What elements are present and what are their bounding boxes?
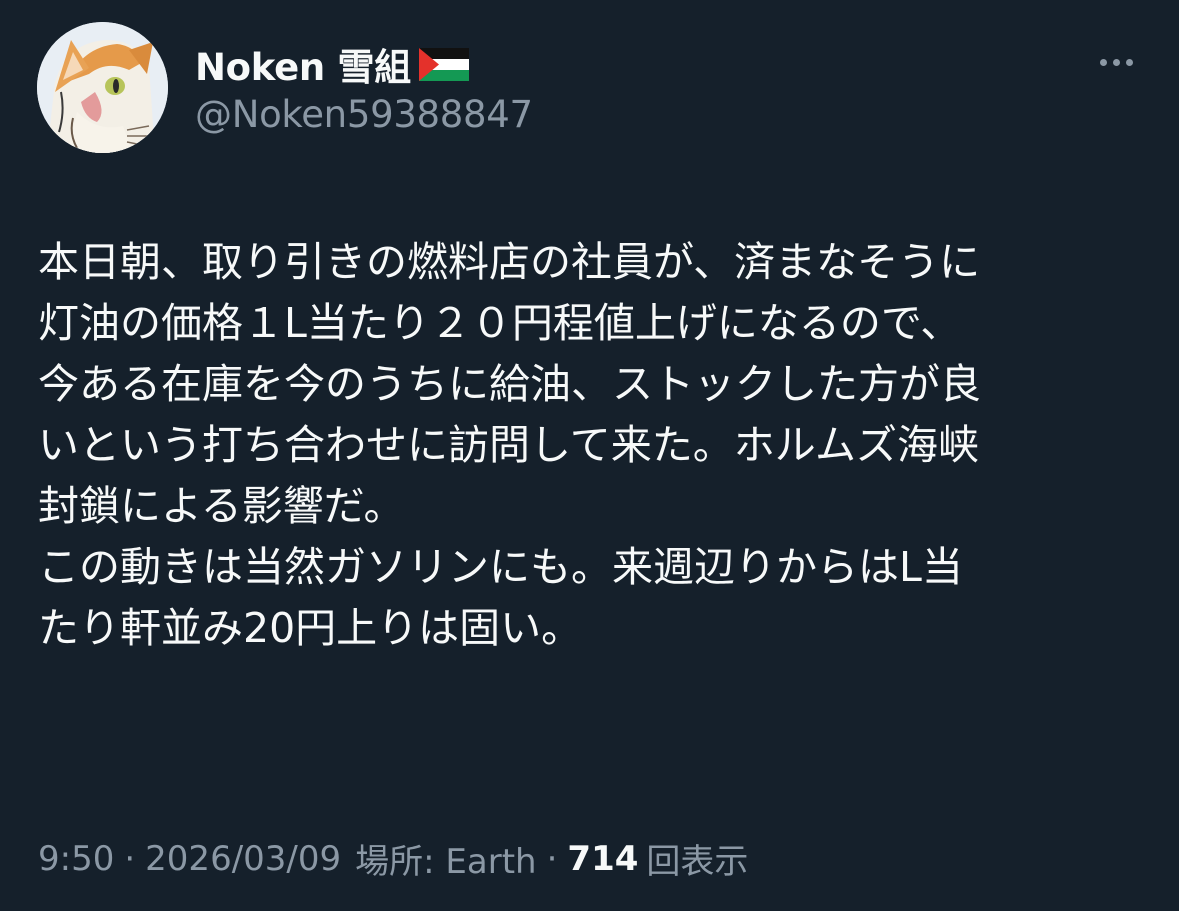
tweet-date[interactable]: 2026/03/09	[145, 839, 341, 879]
cat-avatar-icon	[37, 22, 168, 153]
tweet-text-line: たり軒並み20円上りは固い。	[38, 604, 583, 652]
more-dot-icon	[1112, 58, 1120, 66]
views-count[interactable]: 714	[567, 839, 638, 879]
more-options-button[interactable]	[1091, 50, 1141, 74]
more-dot-icon	[1125, 58, 1133, 66]
tweet-text-line: 灯油の価格１L当たり２０円程値上げになるので、	[38, 299, 962, 347]
palestine-flag-icon	[418, 47, 469, 81]
meta-separator: ·	[546, 838, 558, 879]
tweet-meta: 9:50 · 2026/03/09 場所: Earth · 714 回表示	[38, 834, 748, 883]
author-name-row[interactable]: Noken 雪組	[195, 37, 469, 91]
tweet-text-line: 今ある在庫を今のうちに給油、ストックした方が良	[38, 360, 981, 408]
tweet-text-line: 本日朝、取り引きの燃料店の社員が、済まなそうに	[38, 238, 981, 286]
author-handle[interactable]: @Noken59388847	[195, 93, 533, 136]
more-dot-icon	[1099, 58, 1107, 66]
tweet-text-line: 封鎖による影響だ。	[38, 482, 405, 530]
tweet-text-line: いという打ち合わせに訪問して来た。ホルムズ海峡	[38, 421, 979, 469]
avatar[interactable]	[37, 22, 168, 153]
tweet-text-line: この動きは当然ガソリンにも。来週辺りからはL当	[38, 543, 963, 591]
tweet-time[interactable]: 9:50	[38, 839, 114, 879]
tweet-text: 本日朝、取り引きの燃料店の社員が、済まなそうに 灯油の価格１L当たり２０円程値上…	[38, 232, 1148, 659]
tweet-location: 場所: Earth	[355, 842, 537, 882]
meta-separator: ·	[124, 838, 136, 879]
author-display-name[interactable]: Noken 雪組	[195, 37, 411, 91]
views-label: 回表示	[646, 842, 749, 882]
